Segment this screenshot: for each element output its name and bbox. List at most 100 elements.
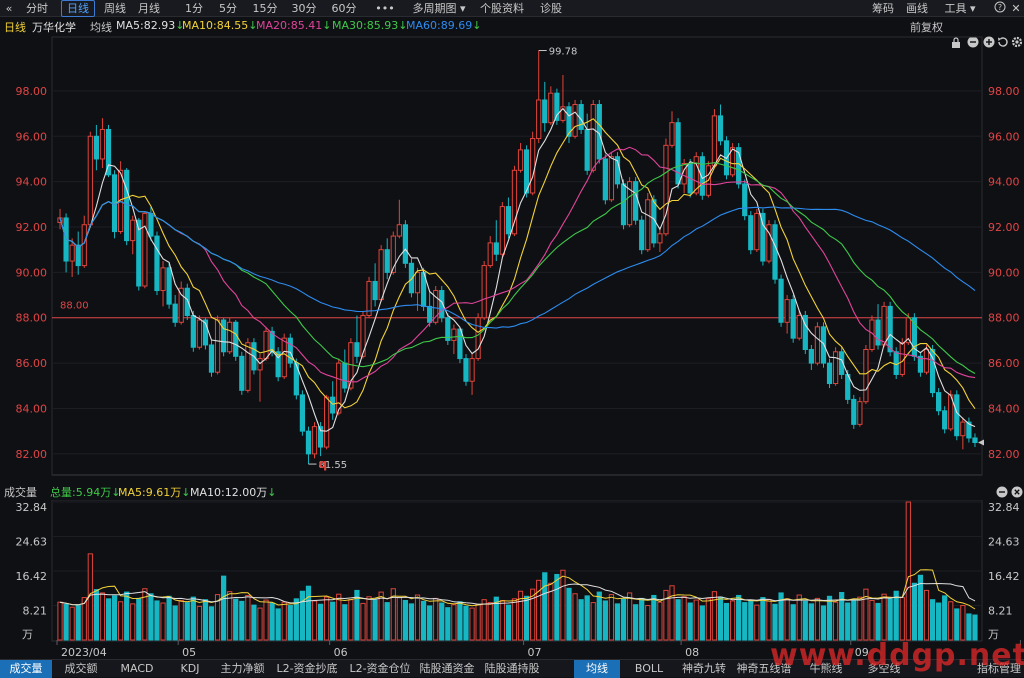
candle — [857, 397, 863, 427]
ma-value-text: MA30:85.93 — [332, 19, 399, 32]
double-chevron-left-icon[interactable]: « — [3, 1, 15, 16]
period-tab[interactable]: 月线 — [134, 1, 164, 16]
ma-label[interactable]: 均线 — [90, 19, 112, 35]
tools-button[interactable]: 工具 ▾ — [938, 1, 982, 16]
volume-bar — [717, 596, 724, 641]
period-tab[interactable]: 日线 — [61, 0, 95, 17]
period-tab[interactable]: 60分 — [328, 1, 360, 16]
volume-bar — [572, 593, 578, 641]
volume-bar — [396, 597, 402, 641]
diagnose-button[interactable]: 诊股 — [534, 1, 568, 16]
candle-body — [548, 92, 554, 124]
stock-profile-button[interactable]: 个股资料 — [476, 1, 528, 16]
candle — [881, 301, 887, 348]
candle-body — [972, 437, 978, 444]
volume-bar — [348, 599, 354, 641]
dropdown-caret-icon: ▾ — [966, 2, 976, 15]
indicator-tab[interactable]: KDJ — [166, 660, 214, 678]
candle — [566, 102, 572, 144]
candle-body — [196, 319, 203, 348]
candle — [311, 422, 318, 459]
candle-body — [451, 328, 457, 341]
candle-body — [669, 122, 675, 146]
candle-body — [602, 158, 608, 201]
close-icon[interactable]: ✕ — [1010, 1, 1022, 16]
indicator-tab[interactable]: 均线 — [574, 660, 620, 678]
candle-body — [893, 351, 899, 375]
candle — [536, 50, 542, 144]
candle-body — [536, 99, 542, 140]
candle-body — [778, 278, 784, 323]
candle — [299, 390, 306, 436]
volume-bar — [433, 597, 439, 641]
stock-name[interactable]: 万华化学 — [32, 19, 76, 35]
candlestick-chart[interactable]: 98.00 98.00 96.00 96.00 94.00 94.00 92.00 92.00… — [0, 36, 1024, 481]
volume-bar — [820, 605, 827, 641]
volume-title[interactable]: 成交量 — [4, 484, 37, 500]
candle — [342, 349, 348, 393]
period-tab[interactable]: 5分 — [214, 1, 242, 16]
volume-bar — [208, 606, 215, 641]
ma-value[interactable]: MA20:85.41↓ — [256, 19, 331, 32]
plot-frame — [51, 36, 983, 476]
candle — [851, 394, 857, 429]
draw-line-button[interactable]: 画线 — [902, 1, 932, 16]
chips-button[interactable]: 筹码 — [868, 1, 898, 16]
candle — [717, 104, 724, 146]
volume-bar — [675, 599, 681, 641]
indicator-tab[interactable]: 陆股通持股 — [480, 660, 544, 678]
adjust-label[interactable]: 前复权 — [910, 19, 943, 35]
volume-bar — [360, 602, 366, 641]
volume-bar — [257, 607, 263, 641]
candle — [960, 417, 966, 450]
candle — [772, 220, 778, 284]
candle — [196, 315, 203, 350]
candle — [87, 131, 93, 228]
volume-ma5-label: MA5:9.61万 — [118, 486, 182, 499]
indicator-tab[interactable]: 成交量 — [0, 660, 52, 678]
volume-bar — [869, 599, 875, 641]
close-icon[interactable] — [1011, 486, 1023, 501]
ma-value[interactable]: MA10:84.55↓ — [182, 19, 257, 32]
volume-bar — [966, 613, 972, 641]
more-periods-button[interactable]: ••• — [370, 1, 400, 16]
help-icon[interactable]: ? — [993, 1, 1007, 16]
volume-bar — [439, 602, 445, 641]
candle-body — [172, 303, 178, 323]
candle — [542, 81, 548, 132]
candle — [790, 295, 796, 343]
period-tab[interactable]: 1分 — [180, 1, 208, 16]
candle — [784, 295, 790, 334]
period-tab[interactable]: 分时 — [22, 1, 52, 16]
candle-body — [796, 314, 802, 339]
candle-body — [81, 224, 87, 267]
indicator-tab[interactable]: 陆股通资金 — [417, 660, 477, 678]
ma-value[interactable]: MA30:85.93↓ — [332, 19, 407, 32]
candle-body — [826, 362, 833, 385]
volume-bar — [705, 598, 711, 641]
minimize-icon[interactable] — [996, 486, 1008, 501]
ma-info-bar: 日线 万华化学 均线 MA5:82.93↓ MA10:84.55↓ MA20:85.… — [0, 17, 1024, 48]
volume-bar — [639, 597, 645, 641]
volume-chart[interactable]: 32.84 32.8424.63 24.6316.42 16.428.21 8.21万万… — [0, 500, 1024, 660]
multi-period-button[interactable]: 多周期图 ▾ — [404, 1, 474, 16]
indicator-tab[interactable]: 成交额 — [54, 660, 108, 678]
period-tab[interactable]: 15分 — [249, 1, 281, 16]
period-tab[interactable]: 30分 — [288, 1, 320, 16]
indicator-tab[interactable]: 主力净额 — [215, 660, 270, 678]
period-tab[interactable]: 周线 — [100, 1, 130, 16]
indicator-tab[interactable]: BOLL — [625, 660, 673, 678]
ma-value[interactable]: MA5:82.93↓ — [116, 19, 184, 32]
dropdown-caret-icon: ▾ — [456, 2, 466, 15]
indicator-tab[interactable]: MACD — [110, 660, 164, 678]
indicator-tab[interactable]: L2-资金抄底 — [272, 660, 342, 678]
ma-value[interactable]: MA60:89.69↓ — [406, 19, 481, 32]
candle — [814, 322, 821, 366]
event-marker-q[interactable]: q — [319, 457, 328, 471]
candle — [608, 152, 615, 203]
volume-bar — [875, 602, 881, 641]
volume-tick-right: 8.21 — [988, 605, 1013, 618]
indicator-tab[interactable]: L2-资金仓位 — [345, 660, 415, 678]
volume-total-label: 总量:5.94万 — [50, 486, 112, 499]
indicator-tab[interactable]: 神奇九转 — [678, 660, 730, 678]
